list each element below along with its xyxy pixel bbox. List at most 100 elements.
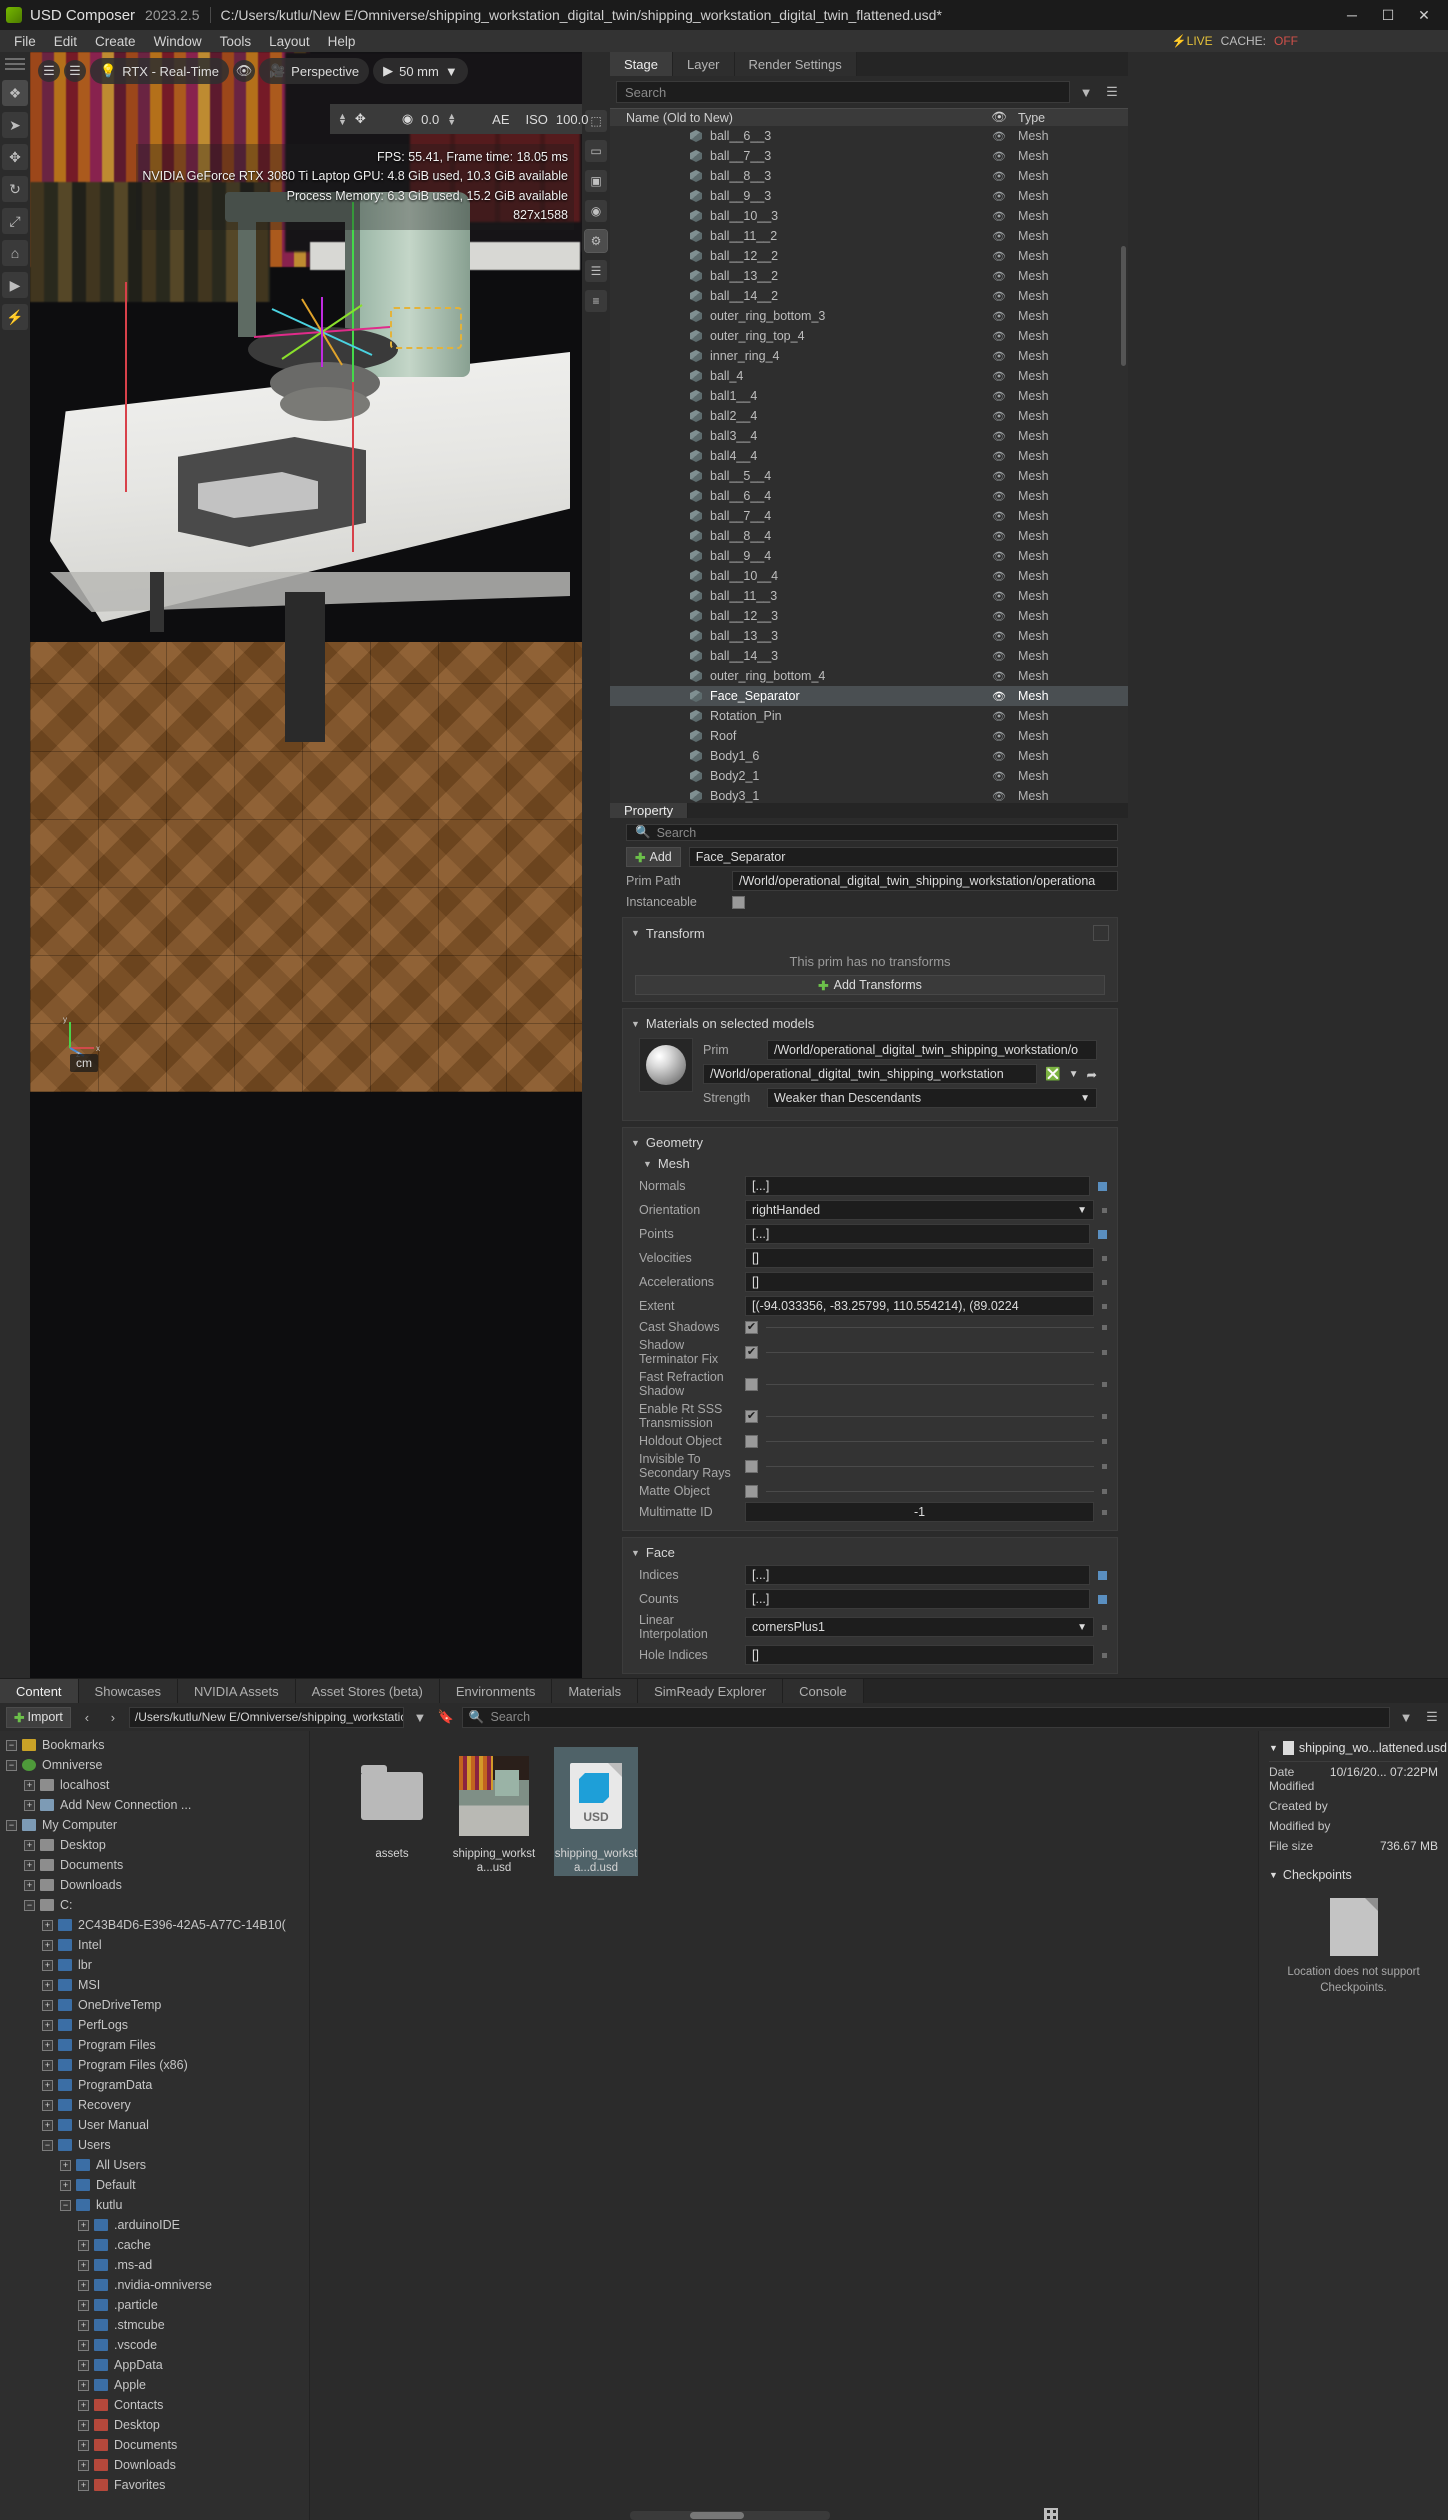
expander-icon[interactable]: + bbox=[24, 1799, 35, 1811]
folder-tree-row[interactable]: + localhost bbox=[0, 1775, 309, 1795]
visibility-eye-icon[interactable]: 👁 bbox=[980, 430, 1018, 443]
menu-layout[interactable]: Layout bbox=[261, 32, 318, 51]
menu-help[interactable]: Help bbox=[320, 32, 364, 51]
expander-icon[interactable]: − bbox=[42, 2139, 53, 2151]
property-field[interactable]: [...] bbox=[745, 1565, 1090, 1585]
expander-icon[interactable]: + bbox=[78, 2379, 89, 2391]
content-tab[interactable]: Environments bbox=[439, 1679, 553, 1703]
expander-icon[interactable]: + bbox=[24, 1879, 35, 1891]
stage-tree-row[interactable]: ball1__4 👁 Mesh bbox=[610, 386, 1128, 406]
nav-forward-icon[interactable]: › bbox=[103, 1707, 123, 1727]
move-tool-icon[interactable]: ✥ bbox=[2, 144, 28, 170]
add-property-button[interactable]: ✚ Add bbox=[626, 847, 681, 867]
live-indicator[interactable]: ⚡LIVE bbox=[1172, 34, 1213, 48]
visibility-eye-icon[interactable]: 👁 bbox=[980, 630, 1018, 643]
visibility-eye-icon[interactable]: 👁 bbox=[980, 170, 1018, 183]
goto-material-icon[interactable]: ➦ bbox=[1087, 1067, 1097, 1082]
expander-icon[interactable]: + bbox=[24, 1859, 35, 1871]
property-checkbox[interactable] bbox=[745, 1484, 758, 1498]
folder-tree-row[interactable]: + Favorites bbox=[0, 2475, 309, 2495]
property-default-indicator[interactable] bbox=[1102, 1438, 1107, 1444]
stage-tree-row[interactable]: ball__5__4 👁 Mesh bbox=[610, 466, 1128, 486]
stage-tree-row[interactable]: ball2__4 👁 Mesh bbox=[610, 406, 1128, 426]
stage-tree-row[interactable]: ball__8__3 👁 Mesh bbox=[610, 166, 1128, 186]
expander-icon[interactable]: + bbox=[78, 2359, 89, 2371]
strength-combo[interactable]: Weaker than Descendants ▼ bbox=[767, 1088, 1097, 1108]
property-default-indicator[interactable] bbox=[1102, 1488, 1107, 1494]
folder-tree-row[interactable]: + All Users bbox=[0, 2155, 309, 2175]
transform-gizmo-icon[interactable] bbox=[1093, 925, 1109, 941]
stage-tree-row[interactable]: ball4__4 👁 Mesh bbox=[610, 446, 1128, 466]
visibility-eye-icon[interactable]: 👁 bbox=[980, 570, 1018, 583]
visibility-eye-icon[interactable]: 👁 bbox=[980, 670, 1018, 683]
visibility-eye-icon[interactable]: 👁 bbox=[980, 690, 1018, 703]
expander-icon[interactable]: + bbox=[78, 2259, 89, 2271]
filter-icon[interactable]: ▼ bbox=[1076, 82, 1096, 102]
property-default-indicator[interactable] bbox=[1102, 1413, 1107, 1419]
chevron-down-icon[interactable]: ▼ bbox=[1069, 1069, 1079, 1080]
stage-tree-row[interactable]: ball3__4 👁 Mesh bbox=[610, 426, 1128, 446]
play-tool-icon[interactable]: ▶ bbox=[2, 272, 28, 298]
content-tab[interactable]: Asset Stores (beta) bbox=[295, 1679, 440, 1703]
stage-tree-row[interactable]: ball__10__4 👁 Mesh bbox=[610, 566, 1128, 586]
folder-tree-row[interactable]: − Omniverse bbox=[0, 1755, 309, 1775]
expander-icon[interactable]: + bbox=[42, 1979, 53, 1991]
visibility-eye-icon[interactable]: 👁 bbox=[980, 510, 1018, 523]
content-options-menu-icon[interactable]: ☰ bbox=[1422, 1707, 1442, 1727]
visibility-eye-icon[interactable]: 👁 bbox=[980, 150, 1018, 163]
folder-tree-row[interactable]: +2C43B4D6-E396-42A5-A77C-14B10( bbox=[0, 1915, 309, 1935]
physics-tool-icon[interactable]: ⚡ bbox=[2, 304, 28, 330]
stage-options-menu-icon[interactable]: ☰ bbox=[1102, 82, 1122, 102]
visibility-eye-icon[interactable]: 👁 bbox=[980, 490, 1018, 503]
folder-tree-row[interactable]: + User Manual bbox=[0, 2115, 309, 2135]
stage-tree-row[interactable]: Body1_6 👁 Mesh bbox=[610, 746, 1128, 766]
visibility-eye-icon[interactable]: 👁 bbox=[980, 230, 1018, 243]
folder-tree-row[interactable]: + Desktop bbox=[0, 1835, 309, 1855]
visibility-eye-icon[interactable]: 👁 bbox=[980, 650, 1018, 663]
folder-tree-row[interactable]: + Documents bbox=[0, 2435, 309, 2455]
stage-scrollbar[interactable] bbox=[1121, 246, 1126, 366]
aperture-icon[interactable]: ◉ bbox=[402, 111, 413, 127]
visibility-eye-icon[interactable]: 👁 bbox=[232, 60, 255, 82]
expander-icon[interactable]: + bbox=[24, 1779, 35, 1791]
property-checkbox[interactable]: ✔ bbox=[745, 1409, 758, 1423]
arrow-select-icon[interactable]: ➤ bbox=[2, 112, 28, 138]
expander-icon[interactable]: + bbox=[78, 2219, 89, 2231]
transform-header[interactable]: ▼ Transform bbox=[623, 922, 1117, 944]
stage-tree-row[interactable]: Face_Separator 👁 Mesh bbox=[610, 686, 1128, 706]
property-checkbox[interactable] bbox=[745, 1377, 758, 1391]
material-prim-field[interactable]: /World/operational_digital_twin_shipping… bbox=[767, 1040, 1097, 1060]
folder-tree-row[interactable]: − kutlu bbox=[0, 2195, 309, 2215]
import-button[interactable]: ✚ Import bbox=[6, 1706, 71, 1728]
expander-icon[interactable]: + bbox=[78, 2479, 89, 2491]
stage-tree-row[interactable]: Body3_1 👁 Mesh bbox=[610, 786, 1128, 803]
folder-tree-row[interactable]: + Documents bbox=[0, 1855, 309, 1875]
property-override-indicator[interactable] bbox=[1098, 1181, 1107, 1191]
property-default-indicator[interactable] bbox=[1102, 1381, 1107, 1387]
expander-icon[interactable]: + bbox=[42, 1999, 53, 2011]
property-combo[interactable]: rightHanded ▼ bbox=[745, 1200, 1094, 1220]
maximize-icon[interactable]: ☐ bbox=[1370, 0, 1406, 30]
content-tab[interactable]: SimReady Explorer bbox=[638, 1679, 784, 1703]
stage-tree-row[interactable]: ball__9__4 👁 Mesh bbox=[610, 546, 1128, 566]
folder-tree-row[interactable]: + Downloads bbox=[0, 2455, 309, 2475]
folder-tree-row[interactable]: + .arduinoIDE bbox=[0, 2215, 309, 2235]
viewport-canvas[interactable]: y x z cm ☰ ☰ 💡 RTX - Real-Time 👁 🎥 bbox=[30, 52, 582, 1678]
grid-view-toggle-icon[interactable] bbox=[1044, 2508, 1058, 2520]
expander-icon[interactable]: + bbox=[60, 2179, 71, 2191]
folder-tree-row[interactable]: + Program Files (x86) bbox=[0, 2055, 309, 2075]
folder-tree-row[interactable]: + Apple bbox=[0, 2375, 309, 2395]
settings-gear-icon[interactable]: ⚙ bbox=[584, 229, 608, 253]
stage-tree-row[interactable]: ball__6__3 👁 Mesh bbox=[610, 126, 1128, 146]
expander-icon[interactable]: + bbox=[78, 2319, 89, 2331]
property-checkbox[interactable] bbox=[745, 1434, 758, 1448]
expander-icon[interactable]: − bbox=[6, 1759, 17, 1771]
expander-icon[interactable]: − bbox=[24, 1899, 35, 1911]
visibility-eye-icon[interactable]: 👁 bbox=[980, 290, 1018, 303]
property-override-indicator[interactable] bbox=[1098, 1570, 1107, 1580]
viewport-menu-icon[interactable]: ☰ bbox=[38, 60, 60, 82]
stage-tree-row[interactable]: ball__12__2 👁 Mesh bbox=[610, 246, 1128, 266]
visibility-eye-icon[interactable]: 👁 bbox=[980, 730, 1018, 743]
folder-tree-row[interactable]: − Bookmarks bbox=[0, 1735, 309, 1755]
visibility-eye-icon[interactable]: 👁 bbox=[980, 330, 1018, 343]
